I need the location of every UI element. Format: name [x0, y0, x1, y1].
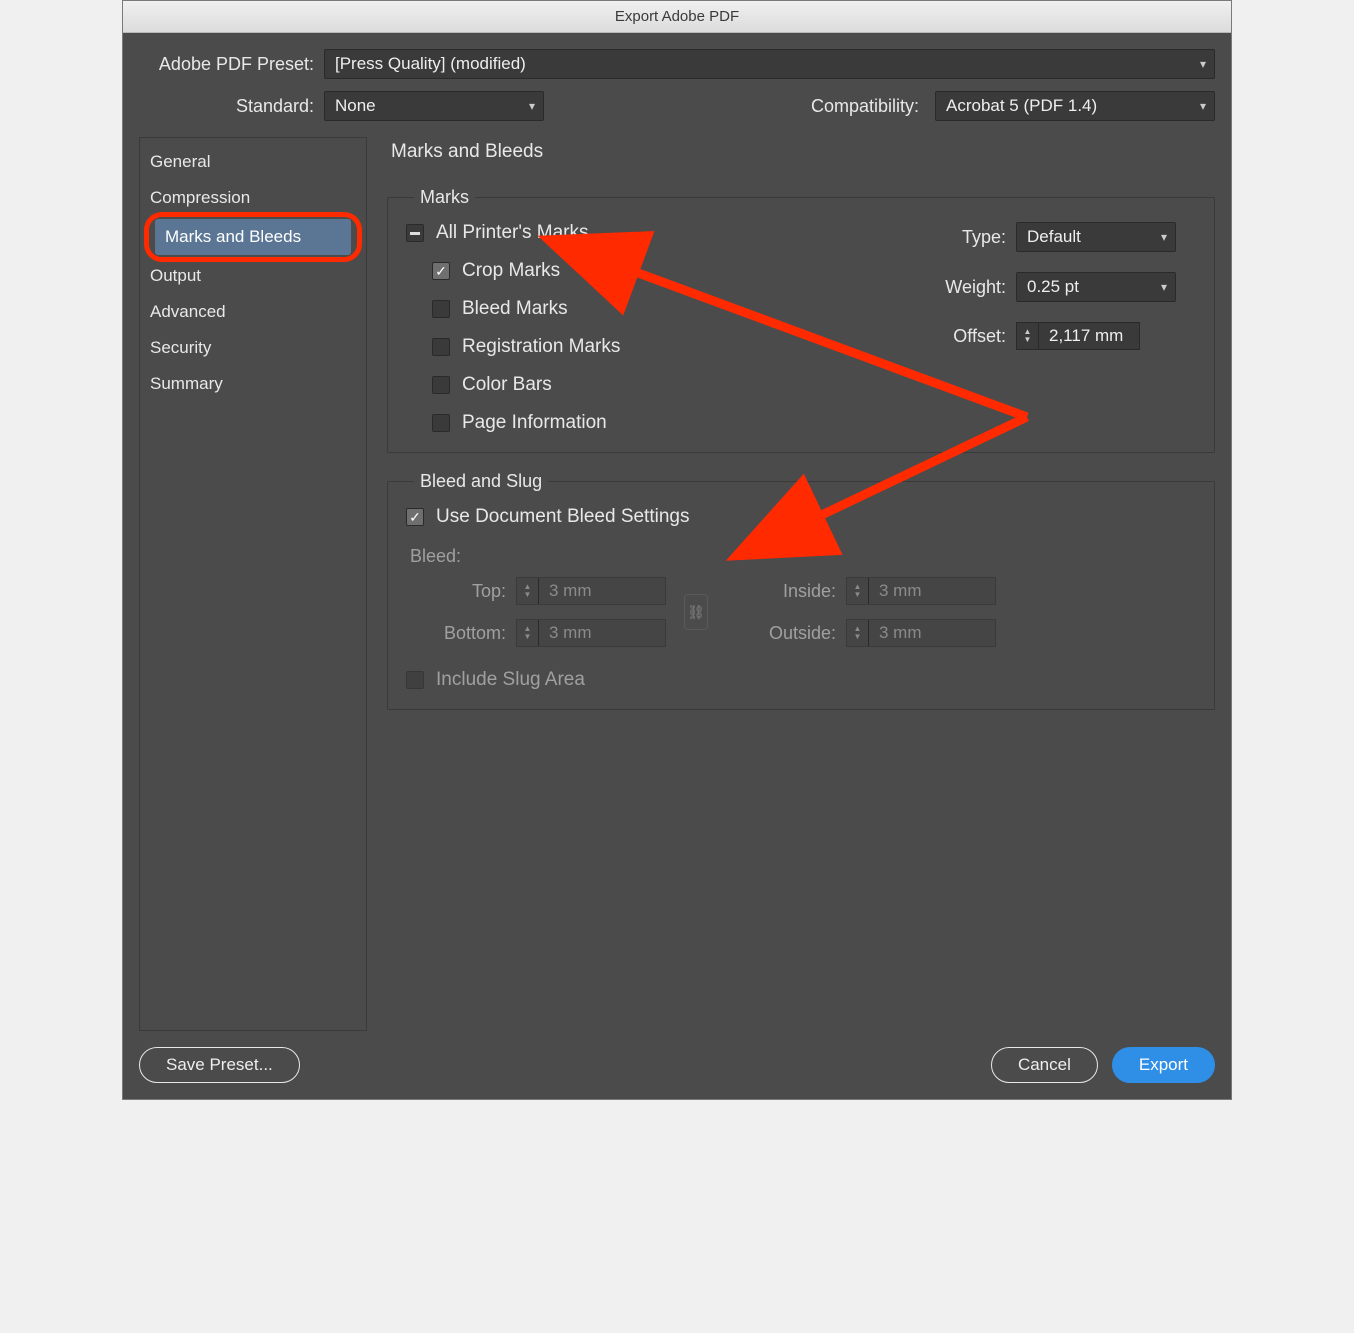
offset-value: 2,117 mm: [1039, 326, 1139, 346]
export-button[interactable]: Export: [1112, 1047, 1215, 1083]
bleed-top-field: ▲▼ 3 mm: [516, 577, 666, 605]
crop-marks-checkbox[interactable]: [432, 262, 450, 280]
all-printers-marks-label: All Printer's Marks: [436, 222, 588, 244]
stepper-icon: ▲▼: [847, 578, 869, 604]
save-preset-button[interactable]: Save Preset...: [139, 1047, 300, 1083]
export-pdf-dialog: Export Adobe PDF Adobe PDF Preset: [Pres…: [122, 0, 1232, 1100]
type-value: Default: [1027, 227, 1081, 247]
bleed-top-label: Top:: [406, 581, 506, 602]
marks-legend: Marks: [414, 187, 475, 208]
bleed-heading: Bleed:: [410, 546, 1196, 567]
bleed-top-value: 3 mm: [539, 581, 639, 601]
include-slug-checkbox: [406, 671, 424, 689]
cancel-button[interactable]: Cancel: [991, 1047, 1098, 1083]
bleed-bottom-field: ▲▼ 3 mm: [516, 619, 666, 647]
sidebar-item-advanced[interactable]: Advanced: [140, 294, 366, 330]
offset-label: Offset:: [936, 326, 1006, 347]
panel-title: Marks and Bleeds: [391, 141, 1215, 163]
bleed-bottom-value: 3 mm: [539, 623, 639, 643]
standard-label: Standard:: [139, 96, 314, 117]
bleed-slug-legend: Bleed and Slug: [414, 471, 548, 492]
chevron-down-icon: ▾: [529, 99, 535, 113]
offset-field[interactable]: ▲▼ 2,117 mm: [1016, 322, 1140, 350]
sidebar-item-marks-and-bleeds[interactable]: Marks and Bleeds: [155, 219, 351, 255]
bleed-outside-value: 3 mm: [869, 623, 969, 643]
registration-marks-label: Registration Marks: [462, 336, 620, 358]
bleed-slug-group: Bleed and Slug Use Document Bleed Settin…: [387, 471, 1215, 710]
type-select[interactable]: Default ▾: [1016, 222, 1176, 252]
bleed-outside-label: Outside:: [726, 623, 836, 644]
category-sidebar: General Compression Marks and Bleeds Out…: [139, 137, 367, 1031]
use-document-bleed-label: Use Document Bleed Settings: [436, 506, 689, 528]
page-information-checkbox[interactable]: [432, 414, 450, 432]
link-icon: ⛓: [684, 594, 708, 630]
chevron-down-icon: ▾: [1200, 57, 1206, 71]
marks-group: Marks All Printer's Marks Crop Marks: [387, 187, 1215, 453]
compatibility-value: Acrobat 5 (PDF 1.4): [946, 96, 1097, 116]
color-bars-checkbox[interactable]: [432, 376, 450, 394]
stepper-icon[interactable]: ▲▼: [1017, 323, 1039, 349]
weight-value: 0.25 pt: [1027, 277, 1079, 297]
sidebar-item-compression[interactable]: Compression: [140, 180, 366, 216]
annotation-highlight: Marks and Bleeds: [144, 212, 362, 262]
standard-select[interactable]: None ▾: [324, 91, 544, 121]
bleed-inside-value: 3 mm: [869, 581, 969, 601]
crop-marks-label: Crop Marks: [462, 260, 560, 282]
color-bars-label: Color Bars: [462, 374, 552, 396]
registration-marks-checkbox[interactable]: [432, 338, 450, 356]
chevron-down-icon: ▾: [1161, 280, 1167, 294]
dialog-title: Export Adobe PDF: [123, 1, 1231, 33]
bleed-outside-field: ▲▼ 3 mm: [846, 619, 996, 647]
all-printers-marks-checkbox[interactable]: [406, 224, 424, 242]
bleed-marks-label: Bleed Marks: [462, 298, 568, 320]
preset-select[interactable]: [Press Quality] (modified) ▾: [324, 49, 1215, 79]
weight-select[interactable]: 0.25 pt ▾: [1016, 272, 1176, 302]
bleed-marks-checkbox[interactable]: [432, 300, 450, 318]
type-label: Type:: [936, 227, 1006, 248]
sidebar-item-output[interactable]: Output: [140, 258, 366, 294]
bleed-inside-label: Inside:: [726, 581, 836, 602]
use-document-bleed-checkbox[interactable]: [406, 508, 424, 526]
sidebar-item-summary[interactable]: Summary: [140, 366, 366, 402]
chevron-down-icon: ▾: [1161, 230, 1167, 244]
bleed-inside-field: ▲▼ 3 mm: [846, 577, 996, 605]
include-slug-label: Include Slug Area: [436, 669, 585, 691]
page-information-label: Page Information: [462, 412, 607, 434]
compatibility-select[interactable]: Acrobat 5 (PDF 1.4) ▾: [935, 91, 1215, 121]
stepper-icon: ▲▼: [517, 578, 539, 604]
sidebar-item-general[interactable]: General: [140, 144, 366, 180]
standard-value: None: [335, 96, 376, 116]
preset-value: [Press Quality] (modified): [335, 54, 526, 74]
stepper-icon: ▲▼: [517, 620, 539, 646]
sidebar-item-security[interactable]: Security: [140, 330, 366, 366]
stepper-icon: ▲▼: [847, 620, 869, 646]
preset-label: Adobe PDF Preset:: [139, 54, 314, 75]
compatibility-label: Compatibility:: [811, 96, 925, 117]
bleed-bottom-label: Bottom:: [406, 623, 506, 644]
weight-label: Weight:: [936, 277, 1006, 298]
chevron-down-icon: ▾: [1200, 99, 1206, 113]
